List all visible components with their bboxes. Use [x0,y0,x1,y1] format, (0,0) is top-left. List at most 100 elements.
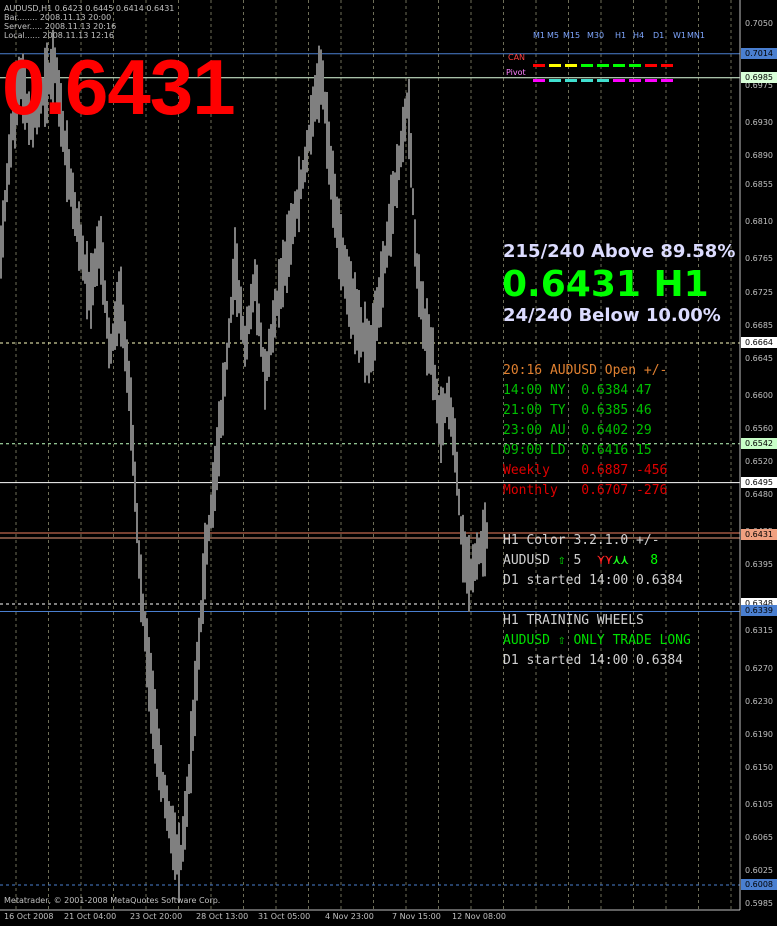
sessions-panel: 20:16 AUDUSD Open +/- 14:00 NY 0.6384 47… [503,361,667,501]
can-label: CAN [508,53,526,62]
h1-color-panel: H1 Color 3.2.1.0 +/- AUDUSD ⇧ 5 ⋎⋎⋏⋏ 8 D… [503,531,683,591]
time-axis-label: 12 Nov 08:00 [452,912,506,921]
current-price-tf: 0.6431 H1 [502,264,709,305]
up-arrow-icon: ⇧ [557,553,566,568]
down-chevrons-icon: ⋎⋎ [597,553,613,568]
time-axis-label: 31 Oct 05:00 [258,912,311,921]
pivot-indicator [533,79,545,82]
price-axis-label: 0.6890 [745,151,773,161]
can-indicator [533,64,545,67]
header-ohlc: AUDUSD,H1 0.6423 0.6445 0.6414 0.6431 [4,4,175,13]
price-axis-label: 0.6765 [745,254,773,264]
can-indicator [645,64,657,67]
pivot-indicator [629,79,641,82]
pivot-indicator [565,79,577,82]
pivot-indicator [661,79,673,82]
price-axis-label: 0.6930 [745,118,773,128]
price-axis-label: 0.6855 [745,180,773,190]
price-tag: 0.6431 [741,529,777,541]
timeframe-label: MN1 [687,31,705,40]
price-axis-label: 0.6065 [745,832,773,842]
can-indicator [581,64,593,67]
session-row: 14:00 NY 0.6384 47 [503,383,652,398]
price-axis-label: 0.6315 [745,626,773,636]
price-tag: 0.6495 [741,476,777,488]
timeframe-label: M5 [547,31,559,40]
can-indicator [597,64,609,67]
session-row: Weekly 0.6887 -456 [503,463,668,478]
pivot-label: Pivot [506,68,526,77]
session-row: 21:00 TY 0.6385 46 [503,403,652,418]
header-bar-time: Bar........ 2008.11.13 20:00 [4,13,112,22]
price-axis-label: 0.6685 [745,320,773,330]
price-tag: 0.7014 [741,47,777,59]
below-stat: 24/240 Below 10.00% [503,305,721,326]
timeframe-label: M1 [533,31,545,40]
price-axis-label: 0.6190 [745,729,773,739]
price-axis-label: 0.6150 [745,762,773,772]
session-row: 09:00 LD 0.6416 15 [503,443,652,458]
candle-series [0,29,488,903]
header-local-time: Local...... 2008.11.13 12:16 [4,31,114,40]
timeframe-label: H1 [615,31,627,40]
pivot-indicator [581,79,593,82]
session-rows: 14:00 NY 0.6384 47 21:00 TY 0.6385 46 23:0… [503,381,667,501]
time-axis-label: 16 Oct 2008 [4,912,54,921]
up-chevrons-icon: ⋏⋏ [612,553,629,568]
training-started: D1 started 14:00 0.6384 [503,653,684,668]
price-axis-label: 0.6230 [745,696,773,706]
timeframe-label: D1 [653,31,665,40]
h1-color-started: D1 started 14:00 0.6384 [503,573,684,588]
h1-color-symbol: AUDUSD [503,553,550,568]
header-server-time: Server..... 2008.11.13 20:16 [4,22,117,31]
h1-color-count2: 8 [650,553,659,568]
price-axis-label: 0.6025 [745,865,773,875]
can-indicator [549,64,561,67]
time-axis-label: 21 Oct 04:00 [64,912,117,921]
price-axis-label: 0.6105 [745,799,773,809]
pivot-indicator [645,79,657,82]
price-axis-label: 0.6270 [745,663,773,673]
session-row: 23:00 AU 0.6402 29 [503,423,652,438]
h1-color-row: AUDUSD ⇧ 5 ⋎⋎⋏⋏ 8 [503,551,683,571]
price-tag: 0.6542 [741,437,777,449]
h1-color-count: 5 [573,553,582,568]
can-indicator [613,64,625,67]
can-indicator [629,64,641,67]
symbol-header: AUDUSD,H1 0.6423 0.6445 0.6414 0.6431 Ba… [4,4,174,40]
price-axis-label: 0.6645 [745,353,773,363]
copyright-text: Metatrader, © 2001-2008 MetaQuotes Softw… [4,896,221,905]
training-title: H1 TRAINING WHEELS [503,613,644,628]
price-axis-label: 0.6725 [745,287,773,297]
training-line: AUDUSD ⇧ ONLY TRADE LONG [503,633,691,648]
timeframe-label: H4 [633,31,645,40]
price-tag: 0.6339 [741,605,777,617]
price-axis-label: 0.6520 [745,456,773,466]
can-indicator [661,64,673,67]
big-current-price: 0.6431 [2,43,236,131]
timeframe-label: M15 [563,31,581,40]
can-indicator [565,64,577,67]
price-tag: 0.6008 [741,878,777,890]
sessions-title: 20:16 AUDUSD Open +/- [503,363,668,378]
time-axis-label: 4 Nov 23:00 [325,912,374,921]
time-axis-label: 28 Oct 13:00 [196,912,249,921]
time-axis-label: 7 Nov 15:00 [392,912,441,921]
price-axis-label: 0.7050 [745,19,773,28]
h1-color-title: H1 Color 3.2.1.0 +/- [503,533,660,548]
pivot-indicator [613,79,625,82]
price-axis-label: 0.6560 [745,423,773,433]
training-panel: H1 TRAINING WHEELS AUDUSD ⇧ ONLY TRADE L… [503,611,691,671]
price-axis-label: 0.6480 [745,489,773,499]
price-tag: 0.6664 [741,336,777,348]
time-axis-label: 23 Oct 20:00 [130,912,183,921]
pivot-indicator [597,79,609,82]
price-tag: 0.6985 [741,71,777,83]
price-axis-label: 0.6600 [745,390,773,400]
above-stat: 215/240 Above 89.58% [503,241,736,262]
pivot-indicator [549,79,561,82]
pivot-row [533,70,677,89]
price-axis-label: 0.6395 [745,560,773,570]
session-row: Monthly 0.6707 -276 [503,483,668,498]
price-axis-label: 0.5985 [745,899,773,908]
